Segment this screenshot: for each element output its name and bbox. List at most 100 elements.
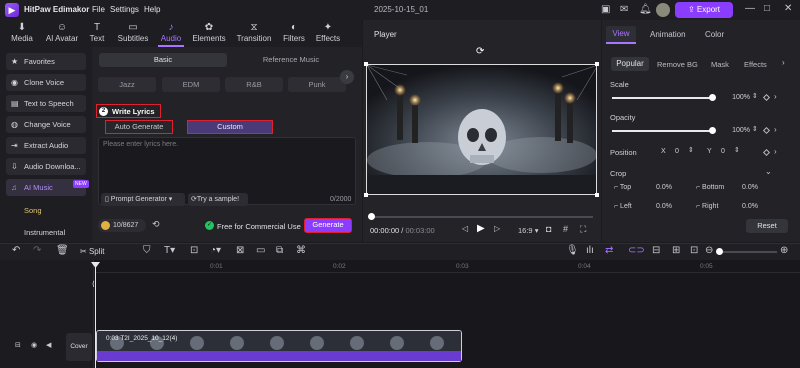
subtab-effects[interactable]: Effects bbox=[744, 60, 767, 69]
resize-handle[interactable] bbox=[364, 193, 368, 197]
tool-audio[interactable]: ♪ Audio bbox=[151, 20, 191, 47]
zoom-in-icon[interactable]: ⊕ bbox=[780, 246, 788, 256]
subtab-mask[interactable]: Mask bbox=[711, 60, 729, 69]
chevron-down-icon[interactable]: ⌄ bbox=[765, 168, 772, 176]
tool-ai-avatar[interactable]: ☺ AI Avatar bbox=[42, 20, 82, 47]
tool-elements[interactable]: ✿ Elements bbox=[189, 20, 229, 47]
subtab-remove-bg[interactable]: Remove BG bbox=[657, 60, 698, 69]
aspect-ratio-dropdown[interactable]: 16:9 ▾ bbox=[518, 226, 538, 235]
delete-icon[interactable]: 🗑︎ bbox=[56, 246, 69, 256]
reset-keyframe-icon[interactable]: › bbox=[774, 148, 777, 156]
fit-icon[interactable]: ⊡ bbox=[690, 246, 698, 256]
playback-scrubber[interactable] bbox=[371, 216, 593, 218]
position-x-field[interactable]: 0 bbox=[675, 146, 679, 158]
try-sample-button[interactable]: ⟳Try a sample! bbox=[188, 193, 248, 206]
tab-animation[interactable]: Animation bbox=[650, 30, 686, 39]
cover-button[interactable]: Cover bbox=[66, 333, 92, 361]
spinner-icon[interactable]: ⇕ bbox=[688, 147, 694, 154]
zoom-slider[interactable] bbox=[717, 251, 777, 253]
opacity-slider-handle[interactable] bbox=[709, 127, 716, 134]
spinner-icon[interactable]: ⇕ bbox=[752, 93, 758, 100]
tool-text[interactable]: T Text bbox=[78, 20, 116, 47]
sidebar-item-text-to-speech[interactable]: ▤ Text to Speech bbox=[6, 95, 86, 112]
tab-reference-music[interactable]: Reference Music bbox=[227, 53, 355, 67]
reset-button[interactable]: Reset bbox=[746, 219, 788, 233]
position-y-field[interactable]: 0 bbox=[721, 146, 725, 158]
playhead[interactable] bbox=[95, 262, 96, 368]
sidebar-item-audio-download[interactable]: ⇩ Audio Downloa... bbox=[6, 158, 86, 175]
layout-icon[interactable]: ▣ bbox=[601, 5, 610, 15]
reset-keyframe-icon[interactable]: › bbox=[774, 93, 777, 101]
chevron-right-icon[interactable]: › bbox=[340, 70, 354, 84]
genre-edm[interactable]: EDM bbox=[162, 77, 220, 92]
magnet-icon[interactable]: ⊂⊃ bbox=[628, 246, 645, 256]
minimize-icon[interactable]: — bbox=[745, 4, 755, 14]
close-icon[interactable]: ✕ bbox=[784, 4, 792, 14]
rotate-handle-icon[interactable]: ⟳ bbox=[476, 47, 484, 57]
crop-left-field[interactable]: ⌐ Left 0.0% bbox=[614, 201, 684, 213]
video-preview[interactable] bbox=[366, 64, 597, 195]
freeze-icon[interactable]: ⊠ bbox=[236, 246, 244, 256]
stabilize-icon[interactable]: ⧉ bbox=[276, 246, 283, 256]
menu-help[interactable]: Help bbox=[144, 5, 160, 14]
spinner-icon[interactable]: ⇕ bbox=[752, 126, 758, 133]
sidebar-sub-song[interactable]: Song bbox=[24, 206, 42, 215]
grid-icon[interactable]: # bbox=[563, 225, 568, 234]
chevron-right-icon[interactable]: › bbox=[782, 59, 785, 67]
audio-wave-icon[interactable]: ılı bbox=[586, 246, 594, 256]
resize-handle[interactable] bbox=[595, 62, 599, 66]
tab-view[interactable]: View bbox=[606, 26, 636, 42]
next-frame-icon[interactable]: ▷ bbox=[494, 225, 500, 233]
text-tool-icon[interactable]: T▾ bbox=[164, 246, 175, 256]
screen-icon[interactable]: ▭ bbox=[256, 246, 265, 256]
zoom-slider-handle[interactable] bbox=[716, 248, 723, 255]
crop-top-field[interactable]: ⌐ Top 0.0% bbox=[614, 182, 684, 194]
avatar[interactable] bbox=[656, 3, 670, 17]
split-button[interactable]: ✂ Split bbox=[80, 247, 105, 256]
spinner-icon[interactable]: ⇕ bbox=[734, 147, 740, 154]
previous-frame-icon[interactable]: ◁ bbox=[462, 225, 468, 233]
play-icon[interactable]: ▶ bbox=[477, 224, 485, 234]
crop-icon[interactable]: ⊡ bbox=[190, 246, 198, 256]
eye-icon[interactable]: ◉ bbox=[31, 342, 37, 349]
undo-icon[interactable]: ↶ bbox=[12, 246, 20, 256]
zoom-out-icon[interactable]: ⊖ bbox=[705, 246, 713, 256]
generate-button[interactable]: Generate bbox=[304, 218, 352, 233]
genre-jazz[interactable]: Jazz bbox=[98, 77, 156, 92]
tab-basic[interactable]: Basic bbox=[99, 53, 227, 67]
sidebar-item-change-voice[interactable]: ◍ Change Voice bbox=[6, 116, 86, 133]
tool-transition[interactable]: ⧖ Transition bbox=[234, 20, 274, 47]
mail-icon[interactable]: ✉ bbox=[620, 5, 628, 15]
link-icon[interactable]: ⇄ bbox=[605, 246, 613, 256]
sidebar-item-extract-audio[interactable]: ⇥ Extract Audio bbox=[6, 137, 86, 154]
crop-bottom-field[interactable]: ⌐ Bottom 0.0% bbox=[696, 182, 766, 194]
scale-value[interactable]: 100% bbox=[716, 92, 750, 104]
scale-slider-handle[interactable] bbox=[709, 94, 716, 101]
resize-handle[interactable] bbox=[595, 193, 599, 197]
notification-icon[interactable]: 🔔︎ bbox=[639, 5, 652, 15]
snap-icon[interactable]: ⊟ bbox=[652, 246, 660, 256]
maximize-icon[interactable]: □ bbox=[764, 4, 770, 14]
sidebar-item-favorites[interactable]: ★ Favorites bbox=[6, 53, 86, 70]
speed-icon[interactable]: ◔▾ bbox=[210, 246, 221, 256]
track-settings-icon[interactable]: ⊟ bbox=[15, 342, 21, 349]
tab-color[interactable]: Color bbox=[705, 30, 724, 39]
custom-button[interactable]: Custom bbox=[187, 120, 273, 134]
auto-generate-button[interactable]: Auto Generate bbox=[105, 120, 173, 134]
sidebar-sub-instrumental[interactable]: Instrumental bbox=[24, 228, 65, 237]
export-button[interactable]: ⇪ Export bbox=[675, 2, 733, 18]
menu-file[interactable]: File bbox=[92, 5, 105, 14]
camera-icon[interactable]: ◘ bbox=[546, 225, 551, 234]
fullscreen-icon[interactable]: ⛶ bbox=[580, 225, 586, 234]
opacity-value[interactable]: 100% bbox=[716, 125, 750, 137]
subtab-popular[interactable]: Popular bbox=[611, 57, 649, 71]
prompt-generator-dropdown[interactable]: ▯ Prompt Generator ▾ bbox=[101, 193, 185, 206]
microphone-icon[interactable]: 🎙︎ bbox=[566, 246, 579, 256]
scrubber-handle[interactable] bbox=[368, 213, 375, 220]
genre-rnb[interactable]: R&B bbox=[225, 77, 283, 92]
sidebar-item-clone-voice[interactable]: ◉ Clone Voice bbox=[6, 74, 86, 91]
reset-keyframe-icon[interactable]: › bbox=[774, 126, 777, 134]
tool-effects[interactable]: ✦ Effects bbox=[308, 20, 348, 47]
refresh-icon[interactable]: ⟲ bbox=[152, 220, 160, 229]
menu-settings[interactable]: Settings bbox=[110, 5, 139, 14]
